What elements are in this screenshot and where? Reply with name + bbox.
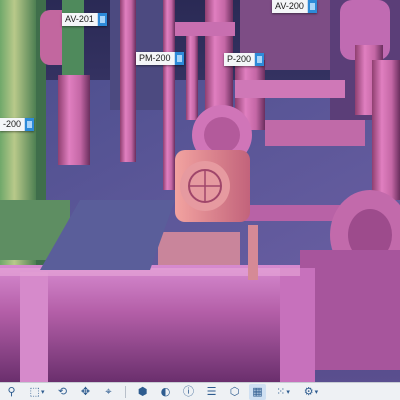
tag-flag-icon [96, 13, 107, 26]
grid-button[interactable]: ▦ [249, 384, 266, 400]
tag-pm200[interactable]: PM-200 [136, 52, 184, 65]
settings-icon: ⚙ [303, 385, 314, 398]
tag-label: AV-201 [62, 13, 97, 26]
model-icon: ⬢ [137, 385, 148, 398]
tag-label: AV-200 [272, 0, 307, 13]
model-viewer[interactable]: AV-201 AV-200 PM-200 P-200 -200 ⚲ ⬚ ▾ ⟲ … [0, 0, 400, 400]
info-button[interactable]: ⓘ [180, 384, 197, 400]
grid-icon: ▦ [252, 385, 263, 398]
layers-icon: ☰ [206, 385, 217, 398]
cube-view-icon: ⬚ [29, 385, 40, 398]
search-button[interactable]: ⚲ [3, 384, 20, 400]
search-icon: ⚲ [7, 385, 16, 398]
toolbar-divider [125, 386, 126, 398]
dots-grid-button[interactable]: ⁙ ▾ [272, 384, 294, 400]
rotate-button[interactable]: ⟲ [54, 384, 71, 400]
view-cube-button[interactable]: ⬚ ▾ [26, 384, 48, 400]
plant-piping-rendering [0, 0, 400, 382]
section-icon: ◐ [160, 385, 171, 398]
tag-p200[interactable]: P-200 [224, 53, 265, 66]
tag-flag-icon [306, 0, 317, 13]
tag-flag-icon [254, 53, 265, 66]
tag-label: -200 [0, 118, 25, 131]
tag-label: P-200 [224, 53, 255, 66]
tag-av200[interactable]: AV-200 [272, 0, 317, 13]
info-icon: ⓘ [183, 385, 194, 398]
pointcloud-scene[interactable] [0, 0, 400, 382]
layers-button[interactable]: ☰ [203, 384, 220, 400]
explode-button[interactable]: ⬡ [226, 384, 243, 400]
pan-icon: ✥ [80, 385, 91, 398]
chevron-down-icon: ▾ [286, 388, 290, 396]
tag-label: PM-200 [136, 52, 174, 65]
explode-icon: ⬡ [229, 385, 240, 398]
rotate-icon: ⟲ [57, 385, 68, 398]
pan-button[interactable]: ✥ [77, 384, 94, 400]
chevron-down-icon: ▾ [40, 388, 45, 396]
tag-flag-icon [173, 52, 184, 65]
tag-flag-icon [24, 118, 35, 131]
tag-left200[interactable]: -200 [0, 118, 35, 131]
dots-grid-icon: ⁙ [276, 385, 286, 398]
chevron-down-icon: ▾ [314, 388, 319, 396]
tag-av201[interactable]: AV-201 [62, 13, 107, 26]
measure-button[interactable]: ⌖ [100, 384, 117, 400]
model-button[interactable]: ⬢ [134, 384, 151, 400]
settings-button[interactable]: ⚙ ▾ [300, 384, 322, 400]
section-button[interactable]: ◐ [157, 384, 174, 400]
measure-icon: ⌖ [105, 385, 112, 398]
viewer-toolbar: ⚲ ⬚ ▾ ⟲ ✥ ⌖ ⬢ ◐ ⓘ ☰ ⬡ ▦ ⁙ ▾ ⚙ ▾ [0, 382, 400, 400]
